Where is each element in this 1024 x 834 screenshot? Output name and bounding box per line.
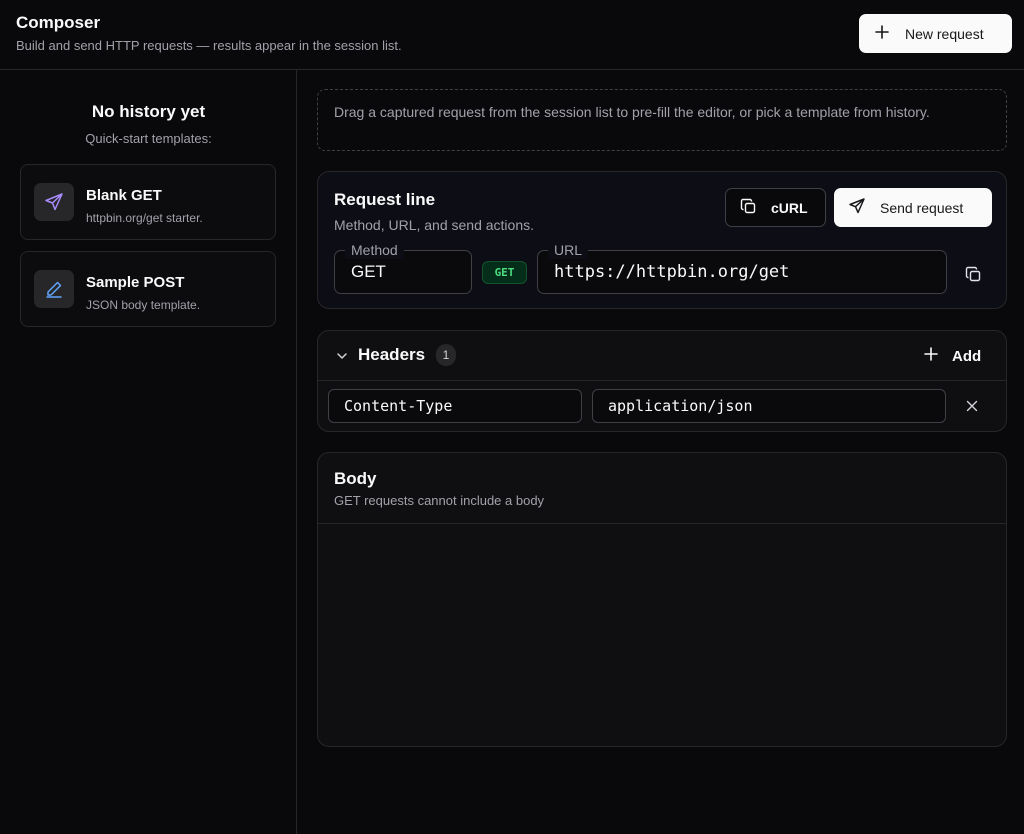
page-title: Composer xyxy=(16,13,101,32)
send-request-button[interactable]: Send request xyxy=(834,188,992,227)
empty-history-title: No history yet xyxy=(91,102,206,121)
url-value: https://httpbin.org/get xyxy=(554,262,790,282)
chevron-down-icon[interactable] xyxy=(334,348,350,364)
new-request-label: New request xyxy=(905,25,984,42)
copy-url-icon[interactable] xyxy=(962,263,984,285)
headers-count-badge: 1 xyxy=(436,344,456,366)
template-name: Sample POST xyxy=(86,274,185,291)
url-input[interactable]: URL https://httpbin.org/get xyxy=(537,241,947,294)
headers-title: Headers xyxy=(358,345,426,364)
pencil-icon xyxy=(34,270,74,308)
page-subtitle: Build and send HTTP requests — results a… xyxy=(16,38,402,53)
method-value: GET xyxy=(351,262,386,281)
body-title: Body xyxy=(334,469,377,488)
history-sidebar: No history yet Quick-start templates: Bl… xyxy=(0,70,297,834)
headers-toggle-row[interactable]: Headers 1 Add xyxy=(318,331,1006,381)
template-sample-post[interactable]: Sample POST JSON body template. xyxy=(20,251,276,327)
template-blank-get[interactable]: Blank GET httpbin.org/get starter. xyxy=(20,164,276,240)
plus-icon xyxy=(875,25,889,42)
template-description: JSON body template. xyxy=(86,298,201,312)
header-value-input[interactable]: application/json xyxy=(592,389,946,423)
method-select[interactable]: Method GET xyxy=(334,241,472,294)
send-icon xyxy=(34,183,74,221)
request-line-title: Request line xyxy=(334,190,436,209)
body-header: Body GET requests cannot include a body xyxy=(318,453,1006,524)
copy-icon xyxy=(740,198,757,218)
plus-icon xyxy=(924,347,938,365)
curl-label: cURL xyxy=(771,199,808,216)
body-card: Body GET requests cannot include a body xyxy=(317,452,1007,747)
template-name: Blank GET xyxy=(86,187,162,204)
send-request-label: Send request xyxy=(880,199,964,216)
template-description: httpbin.org/get starter. xyxy=(86,211,203,225)
copy-curl-button[interactable]: cURL xyxy=(725,188,826,227)
app-header: Composer Build and send HTTP requests — … xyxy=(0,0,1024,70)
add-header-button[interactable]: Add xyxy=(924,343,996,369)
url-label: URL xyxy=(548,241,589,259)
body-subtitle: GET requests cannot include a body xyxy=(334,493,545,508)
add-header-label: Add xyxy=(952,347,982,365)
drop-hint: Drag a captured request from the session… xyxy=(317,89,1007,151)
headers-card: Headers 1 Add Content-Type application/j… xyxy=(317,330,1007,432)
new-request-button[interactable]: New request xyxy=(859,14,1012,53)
request-line-subtitle: Method, URL, and send actions. xyxy=(334,217,535,233)
header-key-input[interactable]: Content-Type xyxy=(328,389,582,423)
send-icon xyxy=(848,197,866,218)
remove-header-icon[interactable] xyxy=(963,397,981,415)
method-badge: GET xyxy=(482,261,527,284)
request-line-card: Request line Method, URL, and send actio… xyxy=(317,171,1007,309)
method-label: Method xyxy=(345,241,404,259)
templates-label: Quick-start templates: xyxy=(85,131,212,146)
